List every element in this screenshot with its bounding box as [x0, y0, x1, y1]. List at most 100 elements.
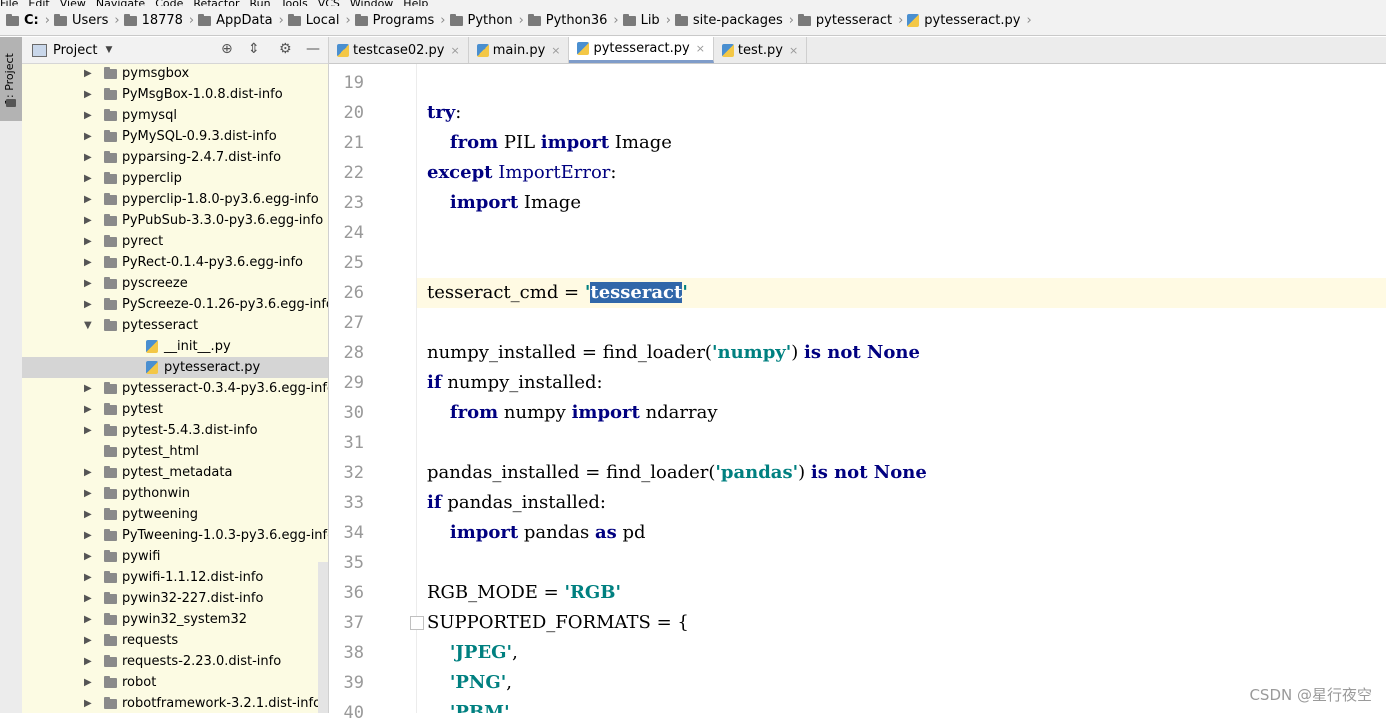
editor-tab[interactable]: pytesseract.py ×: [569, 37, 714, 63]
tree-item[interactable]: ▶ pywifi-1.1.12.dist-info: [22, 567, 328, 588]
breadcrumb-item[interactable]: C: ›: [6, 13, 50, 28]
code-line[interactable]: import Image: [417, 188, 1386, 218]
chevron-right-icon[interactable]: ▶: [84, 651, 92, 672]
close-icon[interactable]: ×: [551, 44, 560, 57]
code-line[interactable]: if numpy_installed:: [417, 368, 1386, 398]
code-line[interactable]: [417, 248, 1386, 278]
tree-item[interactable]: ▶ PyTweening-1.0.3-py3.6.egg-info: [22, 525, 328, 546]
chevron-right-icon[interactable]: ▶: [84, 672, 92, 693]
project-panel-title[interactable]: Project: [53, 43, 97, 58]
project-scrollbar[interactable]: [318, 562, 328, 713]
code-line[interactable]: [417, 428, 1386, 458]
tree-item[interactable]: ▼ pytesseract: [22, 315, 328, 336]
breadcrumb-item[interactable]: AppData ›: [198, 13, 284, 28]
tree-item[interactable]: ▶ pyparsing-2.4.7.dist-info: [22, 147, 328, 168]
editor-tab[interactable]: testcase02.py ×: [329, 37, 469, 63]
chevron-right-icon[interactable]: ▶: [84, 231, 92, 252]
chevron-right-icon[interactable]: ▶: [84, 210, 92, 231]
tree-item[interactable]: ▶ pywin32_system32: [22, 609, 328, 630]
tree-item[interactable]: ▶ pyrect: [22, 231, 328, 252]
code-editor[interactable]: try: from PIL import Image except ImportE…: [417, 64, 1386, 713]
chevron-right-icon[interactable]: ▶: [84, 378, 92, 399]
tree-item[interactable]: ▶ pythonwin: [22, 483, 328, 504]
breadcrumb-item[interactable]: Users ›: [53, 13, 120, 28]
breadcrumb-item[interactable]: Local ›: [287, 13, 351, 28]
tree-item[interactable]: ▶ PyMySQL-0.9.3.dist-info: [22, 126, 328, 147]
code-line[interactable]: 'PBM',: [417, 698, 1386, 713]
chevron-right-icon[interactable]: ▶: [84, 609, 92, 630]
tree-item[interactable]: ▶ pytesseract-0.3.4-py3.6.egg-info: [22, 378, 328, 399]
code-line[interactable]: [417, 68, 1386, 98]
chevron-right-icon[interactable]: ▶: [84, 630, 92, 651]
code-line[interactable]: [417, 548, 1386, 578]
breadcrumb-item[interactable]: pytesseract ›: [797, 13, 903, 28]
code-line[interactable]: try:: [417, 98, 1386, 128]
chevron-right-icon[interactable]: ▶: [84, 483, 92, 504]
chevron-right-icon[interactable]: ▶: [84, 168, 92, 189]
chevron-right-icon[interactable]: ▶: [84, 147, 92, 168]
code-line[interactable]: if pandas_installed:: [417, 488, 1386, 518]
breadcrumb-item[interactable]: Programs ›: [354, 13, 446, 28]
close-icon[interactable]: ×: [789, 44, 798, 57]
code-line[interactable]: 'PNG',: [417, 668, 1386, 698]
chevron-right-icon[interactable]: ▶: [84, 546, 92, 567]
tree-item[interactable]: ▶ pyperclip-1.8.0-py3.6.egg-info: [22, 189, 328, 210]
tree-item[interactable]: pytest_html: [22, 441, 328, 462]
breadcrumb-item[interactable]: Python36 ›: [527, 13, 619, 28]
locate-icon[interactable]: ⊕: [221, 41, 233, 57]
editor-tab[interactable]: test.py ×: [714, 37, 808, 63]
chevron-right-icon[interactable]: ▶: [84, 567, 92, 588]
chevron-right-icon[interactable]: ▶: [84, 105, 92, 126]
code-line[interactable]: RGB_MODE = 'RGB': [417, 578, 1386, 608]
code-line[interactable]: pandas_installed = find_loader('pandas')…: [417, 458, 1386, 488]
breadcrumb-item[interactable]: site-packages ›: [674, 13, 794, 28]
tree-item[interactable]: ▶ pytweening: [22, 504, 328, 525]
tree-item[interactable]: ▶ robot: [22, 672, 328, 693]
chevron-right-icon[interactable]: ▶: [84, 294, 92, 315]
tree-item[interactable]: ▶ pytest: [22, 399, 328, 420]
tree-item[interactable]: ▶ pytest_metadata: [22, 462, 328, 483]
tree-item[interactable]: ▶ requests: [22, 630, 328, 651]
chevron-right-icon[interactable]: ▶: [84, 273, 92, 294]
chevron-right-icon[interactable]: ▶: [84, 126, 92, 147]
collapse-all-icon[interactable]: ⇕: [248, 41, 260, 57]
tree-item[interactable]: ▶ pymysql: [22, 105, 328, 126]
tree-item[interactable]: ▶ PyRect-0.1.4-py3.6.egg-info: [22, 252, 328, 273]
tree-item[interactable]: ▶ pymsgbox: [22, 63, 328, 84]
tree-item[interactable]: ▶ pytest-5.4.3.dist-info: [22, 420, 328, 441]
breadcrumb-item[interactable]: Python ›: [449, 13, 524, 28]
chevron-right-icon[interactable]: ▶: [84, 252, 92, 273]
hide-panel-icon[interactable]: —: [306, 41, 320, 57]
tree-item[interactable]: ▶ pyperclip: [22, 168, 328, 189]
chevron-down-icon[interactable]: ▼: [105, 45, 112, 55]
chevron-right-icon[interactable]: ▶: [84, 63, 92, 84]
editor-tab[interactable]: main.py ×: [469, 37, 570, 63]
code-line[interactable]: except ImportError:: [417, 158, 1386, 188]
chevron-right-icon[interactable]: ▶: [84, 588, 92, 609]
close-icon[interactable]: ×: [696, 42, 705, 55]
tree-item[interactable]: ▶ PyMsgBox-1.0.8.dist-info: [22, 84, 328, 105]
fold-marker-icon[interactable]: [410, 616, 424, 630]
breadcrumb-item[interactable]: Lib ›: [622, 13, 671, 28]
tree-item[interactable]: ▶ pywifi: [22, 546, 328, 567]
code-line[interactable]: [417, 308, 1386, 338]
breadcrumb-item[interactable]: 18778 ›: [123, 13, 194, 28]
close-icon[interactable]: ×: [450, 44, 459, 57]
tree-item[interactable]: __init__.py: [22, 336, 328, 357]
project-tool-tab[interactable]: 1: Project: [0, 37, 22, 121]
breadcrumb-item[interactable]: pytesseract.py ›: [907, 13, 1032, 28]
chevron-right-icon[interactable]: ▶: [84, 420, 92, 441]
code-line[interactable]: 'JPEG',: [417, 638, 1386, 668]
tree-item[interactable]: pytesseract.py: [22, 357, 328, 378]
code-line[interactable]: [417, 218, 1386, 248]
chevron-right-icon[interactable]: ▶: [84, 399, 92, 420]
chevron-right-icon[interactable]: ▶: [84, 462, 92, 483]
chevron-right-icon[interactable]: ▶: [84, 189, 92, 210]
code-line[interactable]: from numpy import ndarray: [417, 398, 1386, 428]
chevron-right-icon[interactable]: ▶: [84, 504, 92, 525]
tree-item[interactable]: ▶ PyPubSub-3.3.0-py3.6.egg-info: [22, 210, 328, 231]
code-line[interactable]: import pandas as pd: [417, 518, 1386, 548]
tree-item[interactable]: ▶ pywin32-227.dist-info: [22, 588, 328, 609]
chevron-down-icon[interactable]: ▼: [84, 315, 92, 336]
gear-icon[interactable]: ⚙: [279, 41, 292, 57]
